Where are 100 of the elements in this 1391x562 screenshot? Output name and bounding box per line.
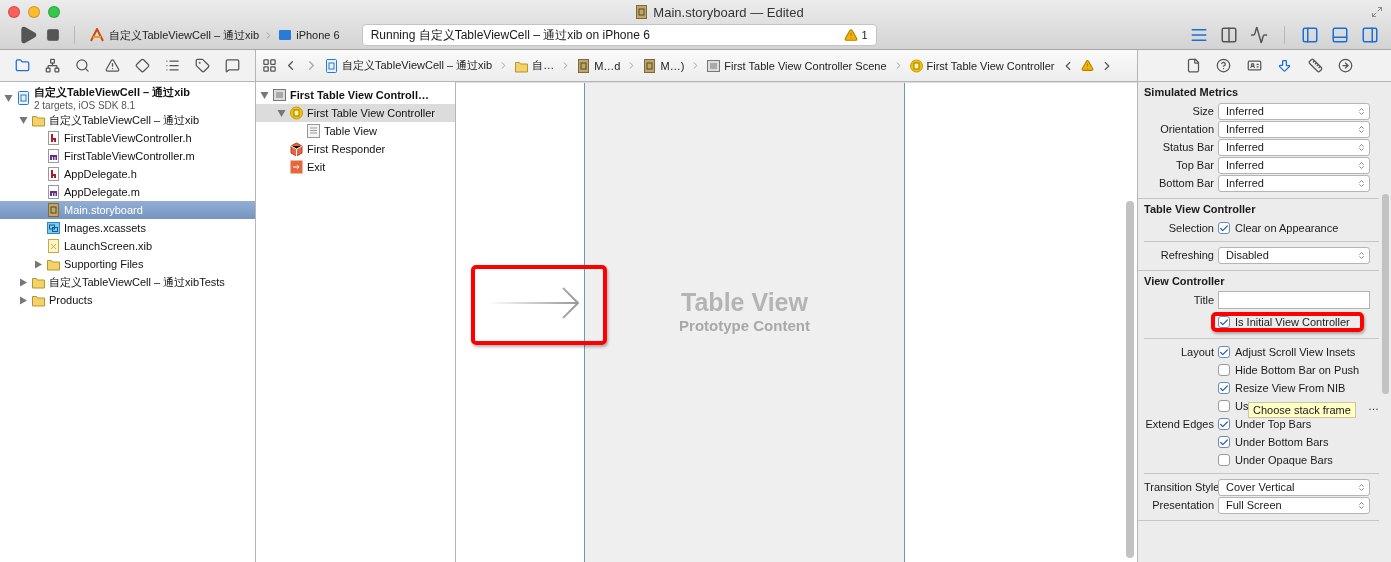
zoom-window-button[interactable]	[48, 6, 60, 18]
folder-icon	[32, 113, 45, 127]
tree-item[interactable]: Products	[0, 291, 255, 309]
path-item[interactable]: M…d	[577, 58, 621, 73]
warning-count: 1	[861, 29, 868, 41]
controller-icon	[290, 106, 303, 120]
item-label: Exit	[307, 161, 326, 173]
disclosure-triangle-icon[interactable]	[34, 259, 43, 269]
exit-icon	[290, 160, 303, 174]
tree-item[interactable]: First Table View Controller	[256, 104, 455, 122]
disclosure-triangle-icon[interactable]	[277, 108, 286, 118]
popup-menu[interactable]: Disabled	[1218, 246, 1370, 264]
scrollbar[interactable]	[1126, 201, 1134, 558]
checkbox[interactable]	[1218, 222, 1230, 234]
disclosure-triangle-icon[interactable]	[260, 90, 269, 100]
popup-menu[interactable]: Inferred	[1218, 174, 1370, 192]
checkbox[interactable]	[1218, 400, 1230, 412]
checkbox[interactable]	[1218, 436, 1230, 448]
ellipsis: …	[1368, 400, 1379, 412]
item-label: FirstTableViewController.h	[64, 132, 192, 144]
path-item[interactable]: 自…	[515, 58, 555, 73]
warning-icon[interactable]	[1080, 59, 1094, 72]
storyboard-file-icon	[643, 58, 657, 73]
popup-menu[interactable]: Cover Vertical	[1218, 478, 1370, 496]
checkbox-label: Under Top Bars	[1235, 418, 1312, 430]
table-view-icon	[307, 124, 320, 138]
device-icon	[278, 29, 293, 41]
disclosure-triangle-icon[interactable]	[19, 277, 28, 287]
scene-title: Table View	[681, 288, 808, 317]
close-window-button[interactable]	[8, 6, 20, 18]
disclosure-triangle-icon[interactable]	[4, 93, 13, 103]
checkbox-label: Adjust Scroll View Insets	[1235, 346, 1356, 358]
field-label: Status Bar	[1161, 141, 1215, 153]
grid-icon[interactable]	[262, 58, 277, 73]
run-button[interactable]	[18, 25, 38, 45]
tree-item[interactable]: FirstTableViewController.m	[0, 147, 255, 165]
disclosure-triangle-icon[interactable]	[19, 295, 28, 305]
field-label: Layout	[1179, 346, 1215, 358]
tree-item[interactable]: 自定义TableViewCell – 通过xib	[0, 111, 255, 129]
warning-icon[interactable]	[843, 28, 858, 42]
path-item[interactable]: First Table View Controller	[909, 58, 1055, 73]
checkbox[interactable]	[1218, 364, 1230, 376]
popup-menu[interactable]: Inferred	[1218, 156, 1370, 174]
tree-item[interactable]: Exit	[256, 158, 455, 176]
stepper-arrows-icon	[1357, 178, 1366, 188]
tree-item[interactable]: AppDelegate.h	[0, 165, 255, 183]
project-file-icon	[17, 91, 30, 105]
tree-item[interactable]: 自定义TableViewCell – 通过xib 2 targets, iOS SDK 8.1	[0, 85, 255, 111]
stop-button[interactable]	[46, 28, 60, 42]
scheme-name[interactable]: 自定义TableViewCell – 通过xib	[109, 27, 260, 43]
storyboard-file-icon	[577, 58, 591, 73]
tree-item[interactable]: 自定义TableViewCell – 通过xibTests	[0, 273, 255, 291]
stepper-arrows-icon	[1357, 500, 1366, 510]
path-item[interactable]: First Table View Controller Scene	[707, 58, 887, 73]
checkbox-label: Under Bottom Bars	[1235, 436, 1329, 448]
checkbox[interactable]	[1218, 454, 1230, 466]
checkbox[interactable]	[1218, 316, 1230, 328]
checkbox[interactable]	[1218, 382, 1230, 394]
checkbox-label: Us	[1235, 400, 1249, 412]
tree-item[interactable]: FirstTableViewController.h	[0, 129, 255, 147]
assets-icon	[47, 221, 60, 235]
folder-icon	[47, 257, 60, 271]
section-title: Table View Controller	[1144, 203, 1257, 215]
source-file-icon	[47, 149, 60, 163]
fullscreen-icon[interactable]	[1371, 6, 1383, 18]
tree-item[interactable]: Supporting Files	[0, 255, 255, 273]
path-item[interactable]: 自定义TableViewCell – 通过xib	[325, 58, 493, 73]
stepper-arrows-icon	[1357, 482, 1366, 492]
status-text: Running 自定义TableViewCell – 通过xib on iPhone 6	[370, 26, 650, 44]
tree-item[interactable]: LaunchScreen.xib	[0, 237, 255, 255]
popup-menu[interactable]: Inferred	[1218, 138, 1370, 156]
wave-icon[interactable]	[1248, 24, 1270, 46]
checkbox[interactable]	[1218, 346, 1230, 358]
device-name[interactable]: iPhone 6	[296, 29, 340, 41]
project-file-icon	[325, 58, 338, 73]
item-label: First Responder	[307, 143, 386, 155]
popup-menu[interactable]: Full Screen	[1218, 496, 1370, 514]
section-title: Simulated Metrics	[1144, 86, 1240, 98]
folder-icon	[32, 293, 45, 307]
item-label: 自定义TableViewCell – 通过xibTests	[49, 274, 225, 290]
stepper-arrows-icon	[1357, 160, 1366, 170]
tree-item[interactable]: Table View	[256, 122, 455, 140]
item-label: AppDelegate.h	[64, 168, 137, 180]
stepper-arrows-icon	[1357, 250, 1366, 260]
tree-item[interactable]: Images.xcassets	[0, 219, 255, 237]
path-item[interactable]: M…)	[643, 58, 685, 73]
tree-item[interactable]: First Responder	[256, 140, 455, 158]
tree-item[interactable]: First Table View Controll…	[256, 86, 455, 104]
checkbox-label: Under Opaque Bars	[1235, 454, 1333, 466]
item-label: Products	[49, 294, 93, 306]
popup-menu[interactable]: Inferred	[1218, 120, 1370, 138]
popup-menu[interactable]: Inferred	[1218, 102, 1370, 120]
scrollbar[interactable]	[1382, 194, 1389, 394]
header-file-icon	[47, 167, 60, 181]
project-subtitle: 2 targets, iOS SDK 8.1	[34, 100, 137, 111]
field-label: Orientation	[1159, 123, 1215, 135]
disclosure-triangle-icon[interactable]	[19, 115, 28, 125]
title-field[interactable]	[1218, 291, 1370, 309]
tree-item[interactable]: AppDelegate.m	[0, 183, 255, 201]
checkbox[interactable]	[1218, 418, 1230, 430]
